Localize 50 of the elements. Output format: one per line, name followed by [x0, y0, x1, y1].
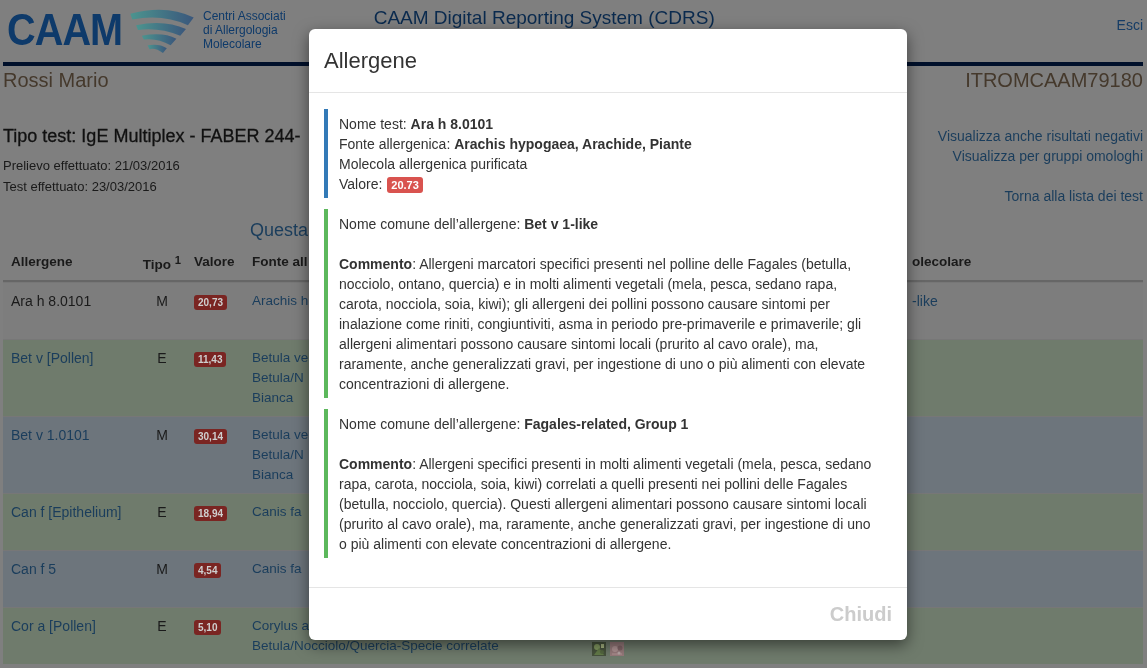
comment-text: Commento: Allergeni specifici presenti in molti alimenti vegetali (mela, pesca, sedano rapa, carota, nocciola, soia, kiwi) correlati a quelli presenti nei pollini delle Fagales (betulla, nocciolo, quercia). Questi allergeni alimentari possono causare sintomi locali (prurito al cavo orale), ma, raramente, anche generalizzati gravi, per ingestione di uno o più alimenti con elevate concentrazioni di allergene.: [339, 455, 873, 554]
column-header: Tipo $^{1}$: [142, 256, 182, 272]
allergen-link[interactable]: Ara h 8.0101: [3, 283, 130, 339]
table-cell-text: M: [155, 292, 169, 311]
info-text: Nome test: Ara h 8.0101: [339, 115, 495, 134]
patient-name: Rossi Mario: [3, 69, 109, 92]
comment-text: Commento: Allergeni marcatori specifici presenti nel polline delle Fagales (betulla, nocciolo, ontano, quercia) e in molti alimenti vegetali (mela, pesca, sedano rapa, carota, nocciola, soia, kiwi); gli allergeni dei pollini possono causare sintomi per inalazione come riniti, congiuntiviti, asma in periodo pre-primaverile e primaverile; gli allergeni alimentari possono causare sintomi locali (prurito al cavo orale), ma, raramente, anche generalizzati gravi, per ingestione di uno o più alimenti con elevate concentrazioni di allergene.: [339, 255, 867, 394]
value-label: Valore:: [339, 176, 383, 192]
column-header: olecolare: [912, 254, 972, 269]
source-link[interactable]: Betula/Nocciolo/Quercia-Specie correlate: [252, 636, 584, 656]
value-badge: 4,54: [194, 563, 222, 578]
nav-link[interactable]: Visualizza anche risultati negativi: [937, 126, 1143, 146]
column-header: Allergene: [11, 254, 73, 269]
table-cell-text: M: [155, 426, 169, 445]
allergen-link[interactable]: Bet v [Pollen]: [3, 340, 130, 416]
test-title: Tipo test: IgE Multiplex - FABER 244-: [3, 126, 301, 147]
allergen-link[interactable]: Can f [Epithelium]: [3, 494, 130, 550]
table-cell-text: E: [156, 349, 168, 368]
value-badge: 30,14: [194, 429, 228, 444]
table-cell-text: E: [156, 503, 168, 522]
allergen-link[interactable]: Cor a [Pollen]: [3, 608, 130, 664]
app-title: CAAM Digital Reporting System (CDRS): [373, 8, 716, 28]
column-header: Valore: [194, 254, 235, 269]
allergen-link[interactable]: Can f 5: [3, 551, 130, 607]
logo-tagline: di Allergologia: [203, 23, 279, 37]
table-cell-text: E: [156, 617, 168, 636]
molecule-link[interactable]: -like: [912, 291, 1143, 311]
logo-tagline: Molecolare: [203, 37, 263, 51]
value-badge: 5,10: [194, 620, 222, 635]
nav-link[interactable]: Torna alla lista dei test: [1004, 186, 1143, 206]
date-text: Test effettuato: 23/03/2016: [3, 178, 158, 196]
allergen-name: Nome comune dell’allergene: Fagales-related, Group 1: [339, 415, 690, 434]
patient-code: ITROMCAAM79180: [965, 69, 1143, 92]
value-badge: 20,73: [194, 295, 228, 310]
value-badge: 20.73: [387, 177, 423, 193]
value-badge: 18,94: [194, 506, 228, 521]
table-cell-text: M: [155, 560, 169, 579]
allergen-name: Nome comune dell’allergene: Bet v 1-like: [339, 215, 600, 234]
date-text: Prelievo effettuato: 21/03/2016: [3, 157, 181, 175]
info-text: Fonte allergenica: Arachis hypogaea, Arachide, Piante: [339, 135, 693, 154]
modal-title: Allergene: [324, 47, 418, 75]
table-heading: Questa: [250, 220, 309, 241]
logo-wordmark: CAAM: [7, 5, 123, 55]
nav-link[interactable]: Visualizza per gruppi omologhi: [952, 146, 1143, 166]
logo-tagline: Centri Associati: [203, 9, 286, 23]
column-header: Fonte all: [252, 254, 308, 269]
logout-link[interactable]: Esci: [1116, 17, 1143, 33]
info-text: Molecola allergenica purificata: [339, 155, 529, 174]
value-badge: 11,43: [194, 352, 227, 367]
allergen-link[interactable]: Bet v 1.0101: [3, 417, 130, 493]
